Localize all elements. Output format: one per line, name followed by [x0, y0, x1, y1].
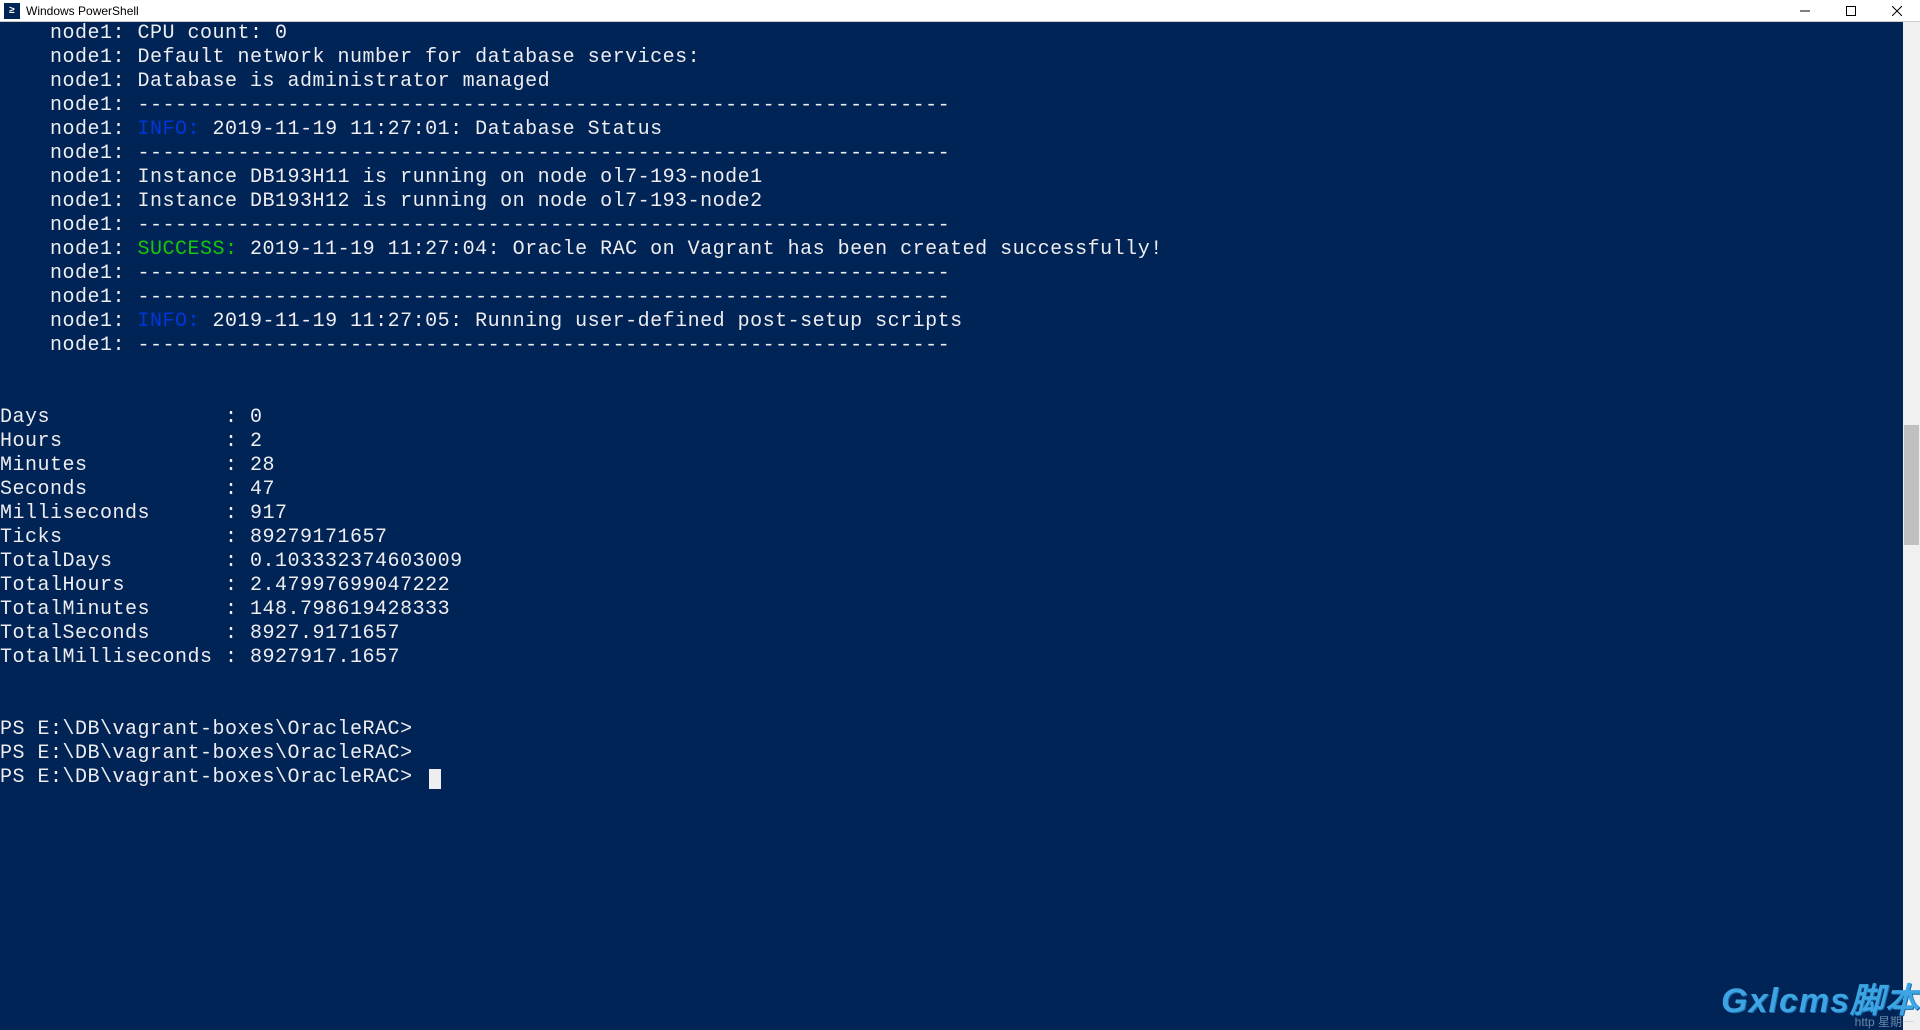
terminal-line: TotalMilliseconds : 8927917.1657: [0, 646, 1903, 670]
terminal-line: TotalHours : 2.47997699047222: [0, 574, 1903, 598]
vertical-scrollbar[interactable]: [1903, 22, 1920, 1030]
success-label: SUCCESS:: [138, 238, 238, 261]
terminal-line: node1: Instance DB193H12 is running on n…: [0, 190, 1903, 214]
terminal-line: node1: INFO: 2019-11-19 11:27:01: Databa…: [0, 118, 1903, 142]
terminal-line: node1: SUCCESS: 2019-11-19 11:27:04: Ora…: [0, 238, 1903, 262]
terminal-line: Ticks : 89279171657: [0, 526, 1903, 550]
terminal-line: node1: ---------------------------------…: [0, 262, 1903, 286]
terminal-line: node1: ---------------------------------…: [0, 214, 1903, 238]
terminal-output[interactable]: node1: CPU count: 0 node1: Default netwo…: [0, 22, 1903, 1030]
terminal-line: [0, 358, 1903, 382]
terminal-line: node1: ---------------------------------…: [0, 286, 1903, 310]
terminal-container: node1: CPU count: 0 node1: Default netwo…: [0, 22, 1920, 1030]
terminal-line: TotalSeconds : 8927.9171657: [0, 622, 1903, 646]
info-label: INFO:: [138, 310, 201, 333]
terminal-line: node1: Database is administrator managed: [0, 70, 1903, 94]
terminal-line: node1: Instance DB193H11 is running on n…: [0, 166, 1903, 190]
terminal-line: node1: ---------------------------------…: [0, 334, 1903, 358]
terminal-line: Minutes : 28: [0, 454, 1903, 478]
terminal-line: node1: Default network number for databa…: [0, 46, 1903, 70]
maximize-button[interactable]: [1828, 0, 1874, 22]
terminal-line: node1: ---------------------------------…: [0, 94, 1903, 118]
close-button[interactable]: [1874, 0, 1920, 22]
cursor-icon: [429, 769, 441, 789]
app-icon: ≥: [4, 3, 20, 19]
terminal-line: node1: CPU count: 0: [0, 22, 1903, 46]
terminal-line: Hours : 2: [0, 430, 1903, 454]
info-label: INFO:: [138, 118, 201, 141]
terminal-line: TotalMinutes : 148.798619428333: [0, 598, 1903, 622]
terminal-line: Days : 0: [0, 406, 1903, 430]
terminal-line: [0, 670, 1903, 694]
prompt-line: PS E:\DB\vagrant-boxes\OracleRAC>: [0, 742, 1903, 766]
scrollbar-thumb[interactable]: [1904, 425, 1919, 545]
terminal-line: [0, 382, 1903, 406]
prompt-line: PS E:\DB\vagrant-boxes\OracleRAC>: [0, 766, 1903, 790]
terminal-line: node1: ---------------------------------…: [0, 142, 1903, 166]
window-title: Windows PowerShell: [26, 4, 139, 18]
terminal-line: [0, 694, 1903, 718]
terminal-line: TotalDays : 0.103332374603009: [0, 550, 1903, 574]
prompt-line: PS E:\DB\vagrant-boxes\OracleRAC>: [0, 718, 1903, 742]
terminal-line: Milliseconds : 917: [0, 502, 1903, 526]
terminal-line: node1: INFO: 2019-11-19 11:27:05: Runnin…: [0, 310, 1903, 334]
terminal-line: Seconds : 47: [0, 478, 1903, 502]
window-controls: [1782, 0, 1920, 22]
window-titlebar: ≥ Windows PowerShell: [0, 0, 1920, 22]
minimize-button[interactable]: [1782, 0, 1828, 22]
